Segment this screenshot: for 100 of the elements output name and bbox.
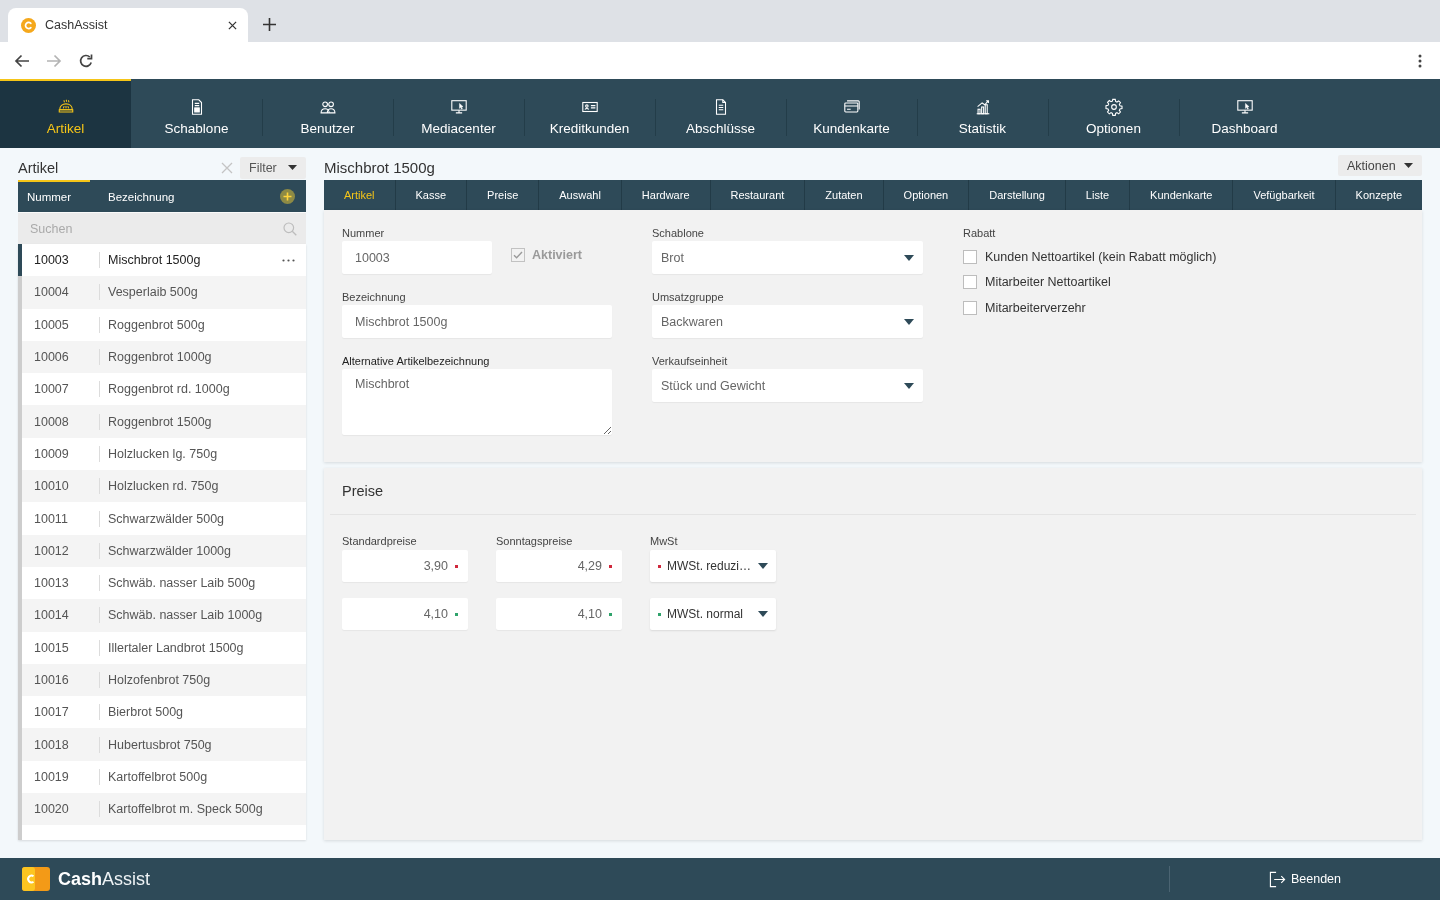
article-row[interactable]: 10018 Hubertusbrot 750g bbox=[18, 728, 306, 761]
select-field[interactable]: Backwaren bbox=[652, 305, 923, 338]
caret-icon bbox=[758, 611, 768, 617]
caret-icon bbox=[904, 318, 914, 325]
number-cell-text: 10006 bbox=[33, 350, 70, 365]
checkbox-label: Kunden Nettoartikel (kein Rabatt möglich) bbox=[985, 249, 1217, 264]
vat-select[interactable]: MWSt. reduzi… bbox=[650, 550, 776, 582]
number-cell-text: 10008 bbox=[33, 414, 70, 429]
name-cell-text: Mischbrot 1500g bbox=[107, 253, 202, 268]
name-cell-text: Holzlucken rd. 750g bbox=[107, 479, 220, 494]
exit-icon bbox=[1268, 870, 1286, 888]
nav-item[interactable]: Artikel bbox=[0, 79, 131, 148]
price-field[interactable]: 4,10 bbox=[496, 598, 622, 630]
article-row[interactable]: 10006 Roggenbrot 1000g bbox=[18, 340, 306, 374]
filter-dropdown[interactable]: Filter bbox=[240, 156, 306, 179]
name-cell-text: Illertaler Landbrot 1500g bbox=[107, 640, 245, 655]
number-cell-text: 10016 bbox=[33, 673, 70, 687]
number-field[interactable]: 10003 bbox=[342, 241, 492, 274]
tab[interactable]: Artikel bbox=[324, 180, 395, 210]
number-cell-text: 10017 bbox=[33, 705, 70, 720]
number-cell-text: 10014 bbox=[33, 608, 70, 623]
price-field[interactable]: 4,29 bbox=[496, 550, 622, 582]
article-row[interactable]: 10012 Schwarzwälder 1000g bbox=[18, 534, 306, 567]
clear-icon[interactable] bbox=[221, 161, 233, 174]
caret-icon bbox=[904, 382, 914, 389]
close-icon[interactable] bbox=[228, 20, 237, 30]
article-row[interactable]: 10004 Vesperlaib 500g bbox=[18, 276, 306, 309]
nav-item[interactable]: Kundenkarte bbox=[786, 79, 917, 148]
checkbox-label: Mitarbeiterverzehr bbox=[985, 300, 1086, 315]
brand-name: CashAssist bbox=[58, 868, 151, 890]
nav-item[interactable]: Benutzer bbox=[262, 79, 393, 148]
number-cell-text: 10007 bbox=[33, 382, 70, 397]
nav-item[interactable]: Kreditkunden bbox=[524, 79, 655, 148]
name-cell-text: Roggenbrot 500g bbox=[107, 317, 206, 332]
add-icon[interactable] bbox=[280, 188, 295, 204]
bread-icon bbox=[56, 97, 75, 116]
nav-item[interactable]: Statistik bbox=[917, 79, 1048, 148]
name-cell-text: Hubertusbrot 750g bbox=[107, 737, 213, 752]
checkbox[interactable] bbox=[963, 249, 977, 264]
nav-item[interactable]: Mediacenter bbox=[393, 79, 524, 148]
name-cell-text: Schwarzwälder 500g bbox=[107, 511, 226, 526]
monitor-icon bbox=[449, 97, 468, 116]
article-row[interactable]: 10008 Roggenbrot 1500g bbox=[18, 405, 306, 438]
actions-dropdown[interactable]: Aktionen bbox=[1338, 155, 1422, 176]
more-icon[interactable] bbox=[282, 258, 295, 262]
name-cell-text: Roggenbrot 1000g bbox=[107, 350, 213, 365]
alternative-name-field[interactable]: Mischbrot bbox=[342, 369, 612, 435]
select-field[interactable]: Brot bbox=[652, 241, 923, 274]
field-label: Schablone bbox=[652, 226, 705, 240]
logo-icon bbox=[21, 17, 36, 33]
name-cell-text: Schwarzwälder 1000g bbox=[107, 543, 232, 558]
name-cell-text: Bierbrot 500g bbox=[107, 705, 185, 720]
nav-item[interactable]: Abschlüsse bbox=[655, 79, 786, 148]
vat-select[interactable]: MWSt. normal bbox=[650, 598, 776, 630]
column-header[interactable]: Bezeichnung bbox=[90, 180, 280, 212]
article-row[interactable]: 10007 Roggenbrot rd. 1000g bbox=[18, 373, 306, 406]
number-cell-text: 10018 bbox=[33, 737, 70, 752]
number-cell-text: 10010 bbox=[33, 479, 70, 494]
article-row[interactable]: 10019 Kartoffelbrot 500g bbox=[18, 760, 306, 794]
article-row[interactable]: 10009 Holzlucken lg. 750g bbox=[18, 437, 306, 471]
new-tab-plus-icon[interactable] bbox=[263, 18, 276, 31]
browser-tab[interactable]: CashAssist bbox=[8, 8, 248, 42]
number-cell-text: 10013 bbox=[33, 576, 70, 591]
article-row[interactable]: 10003 Mischbrot 1500g bbox=[18, 244, 306, 277]
cards-icon bbox=[842, 97, 861, 116]
field-label: Alternative Artikelbezeichnung bbox=[342, 354, 491, 368]
section-title: Preise bbox=[342, 483, 384, 499]
article-row[interactable]: 10014 Schwäb. nasser Laib 1000g bbox=[18, 599, 306, 632]
price-field[interactable]: 4,10 bbox=[342, 598, 468, 630]
menu-icon[interactable] bbox=[1418, 53, 1422, 68]
caret-icon bbox=[758, 563, 768, 569]
back-arrow-icon[interactable] bbox=[14, 52, 30, 69]
article-row[interactable]: 10005 Roggenbrot 500g bbox=[18, 308, 306, 341]
monitor-icon bbox=[1235, 97, 1254, 116]
nav-item[interactable]: Dashboard bbox=[1179, 79, 1310, 148]
name-field[interactable]: Mischbrot 1500g bbox=[342, 305, 612, 338]
article-row[interactable]: 10016 Holzofenbrot 750g bbox=[18, 663, 306, 697]
article-row[interactable]: 10015 Illertaler Landbrot 1500g bbox=[18, 631, 306, 664]
article-row[interactable]: 10010 Holzlucken rd. 750g bbox=[18, 470, 306, 503]
field-label: Sonntagspreise bbox=[496, 534, 574, 548]
number-cell-text: 10020 bbox=[33, 802, 70, 817]
checkbox[interactable] bbox=[963, 300, 977, 315]
field-label: Verkaufseinheit bbox=[652, 354, 729, 368]
article-title: Mischbrot 1500g bbox=[324, 159, 435, 176]
name-cell-text: Kartoffelbrot m. Speck 500g bbox=[107, 802, 264, 817]
nav-item[interactable]: Optionen bbox=[1048, 79, 1179, 148]
article-row[interactable]: 10020 Kartoffelbrot m. Speck 500g bbox=[18, 793, 306, 826]
article-row[interactable]: 10013 Schwäb. nasser Laib 500g bbox=[18, 566, 306, 600]
price-field[interactable]: 3,90 bbox=[342, 550, 468, 582]
logo-icon bbox=[22, 867, 50, 891]
field-label: Bezeichnung bbox=[342, 290, 407, 304]
search-icon[interactable] bbox=[283, 221, 297, 236]
number-cell-text: 10003 bbox=[33, 253, 70, 268]
article-row[interactable]: 10011 Schwarzwälder 500g bbox=[18, 502, 306, 535]
article-row[interactable]: 10017 Bierbrot 500g bbox=[18, 696, 306, 729]
select-field[interactable]: Stück und Gewicht bbox=[652, 369, 923, 402]
reload-icon[interactable] bbox=[78, 52, 94, 69]
checkbox[interactable] bbox=[963, 275, 977, 290]
logout-button[interactable]: Beenden bbox=[1268, 870, 1342, 888]
nav-item[interactable]: Schablone bbox=[131, 79, 262, 148]
